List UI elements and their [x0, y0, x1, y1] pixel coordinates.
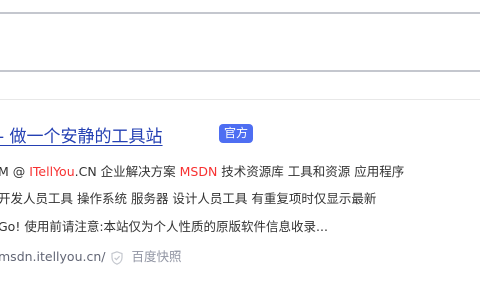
result-snippet-line-1: M @ ITellYou.CN 企业解决方案 MSDN 技术资源库 工具和资源 …: [0, 162, 480, 182]
result-snippet-line-2: 开发人员工具 操作系统 服务器 设计人员工具 有重复项时仅显示最新: [0, 191, 377, 206]
official-badge[interactable]: 官方: [219, 124, 254, 143]
result-source-url[interactable]: msdn.itellyou.cn/: [0, 249, 105, 264]
snippet-highlight: ITellYou: [29, 164, 75, 179]
search-box[interactable]: [0, 12, 480, 72]
search-results-page: - 做一个安静的工具站 官方 M @ ITellYou.CN 企业解决方案 MS…: [0, 0, 480, 300]
result-snippet-line-3: Go! 使用前请注意:本站仅为个人性质的原版软件信息收录...: [0, 219, 328, 234]
snippet-highlight: MSDN: [179, 164, 218, 179]
snapshot-link[interactable]: 百度快照: [131, 249, 181, 264]
result-source-row: msdn.itellyou.cn/ 百度快照: [0, 246, 182, 268]
snippet-text: 技术资源库 工具和资源 应用程序: [217, 164, 405, 179]
shield-icon[interactable]: [111, 250, 124, 265]
snippet-text: .CN 企业解决方案: [74, 164, 180, 179]
header-divider: [0, 99, 480, 100]
search-input[interactable]: [10, 28, 450, 56]
snippet-text: M @: [0, 164, 30, 179]
search-result: - 做一个安静的工具站 官方: [0, 120, 480, 148]
result-title-link[interactable]: - 做一个安静的工具站: [0, 122, 163, 147]
